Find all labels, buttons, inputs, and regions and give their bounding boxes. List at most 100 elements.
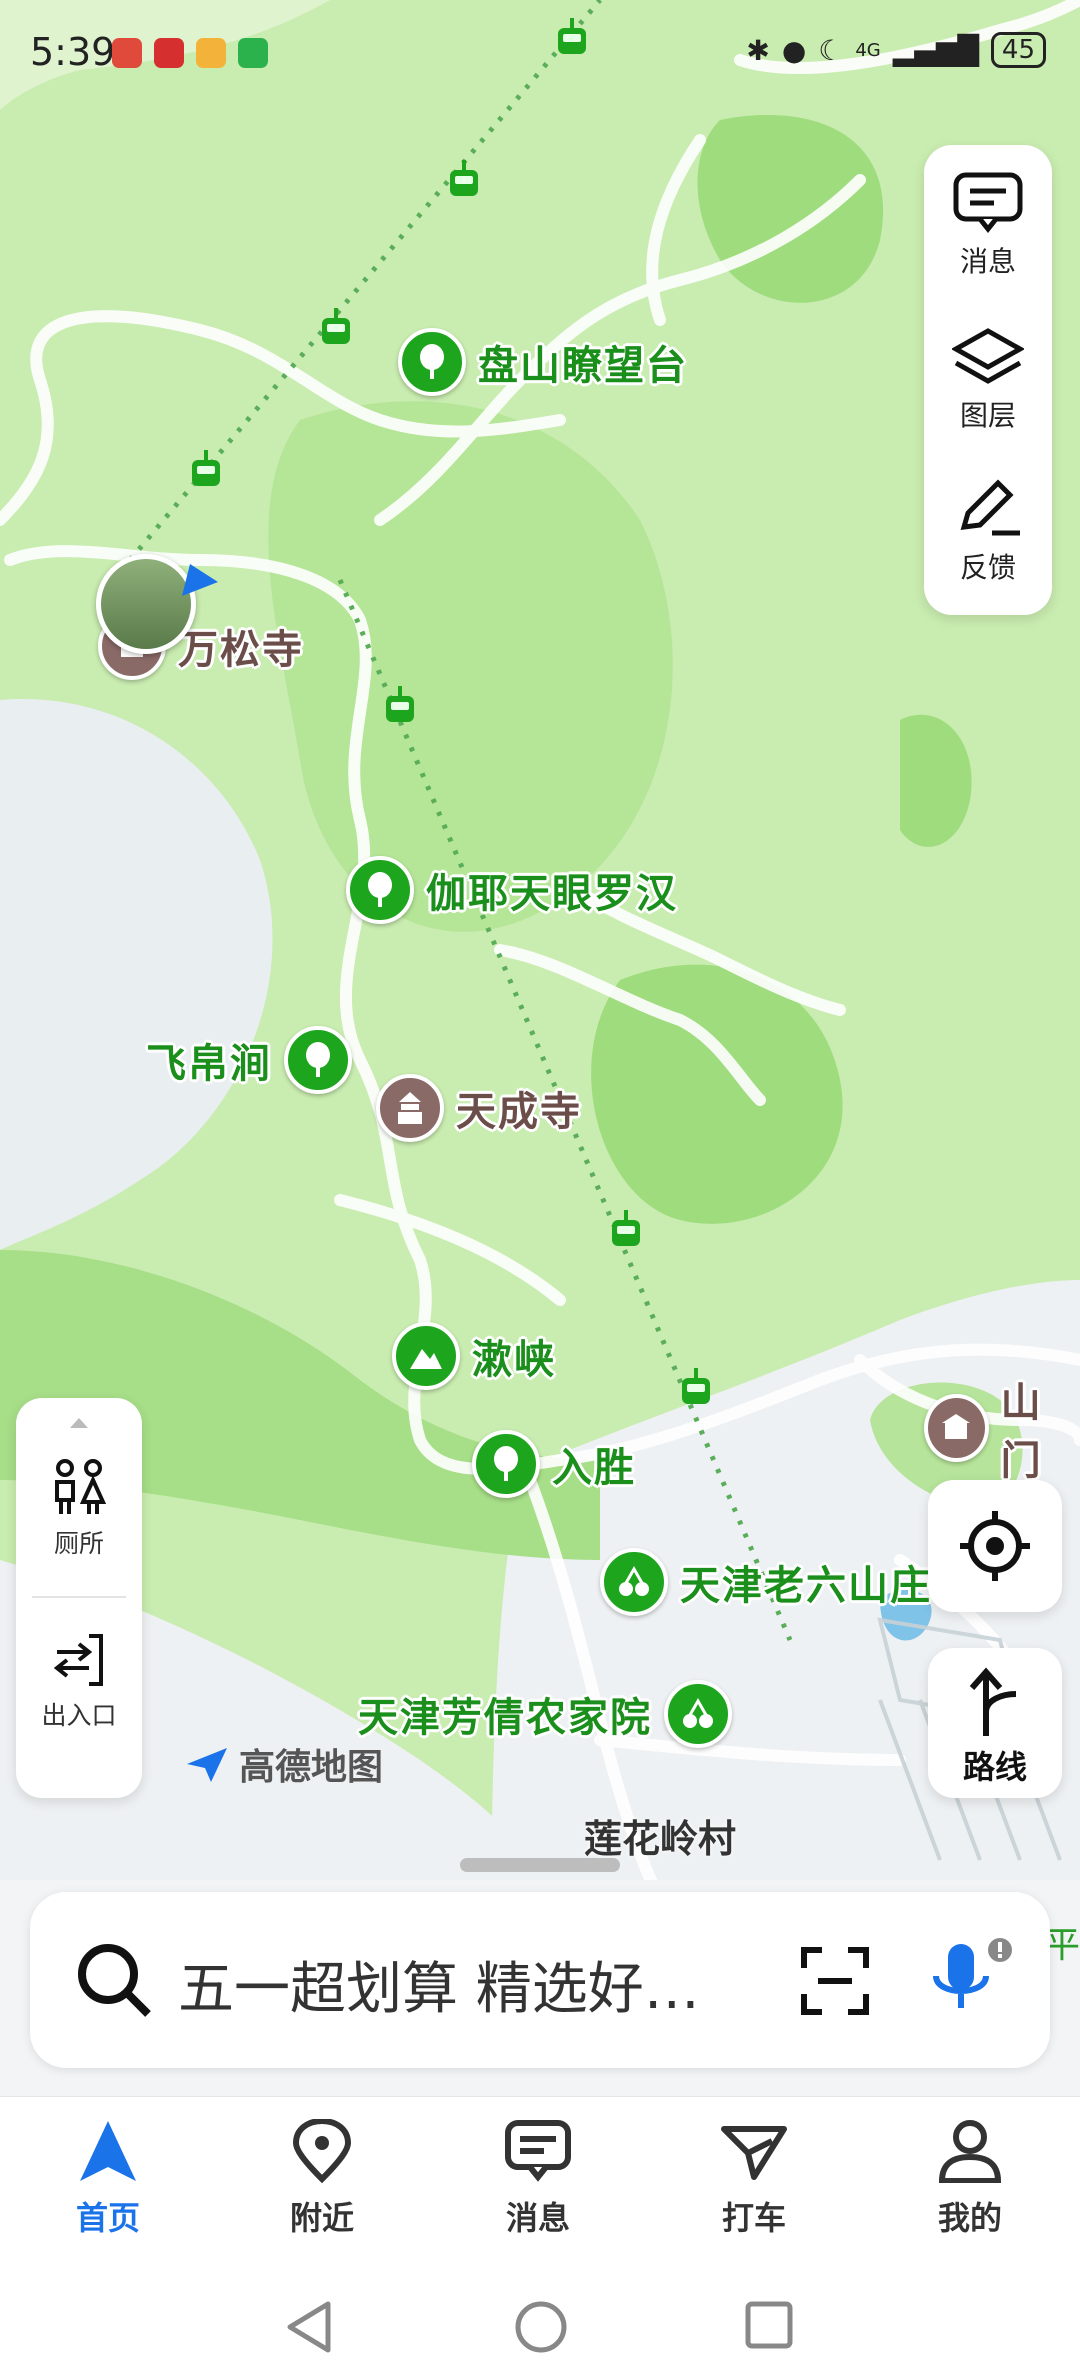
poi-label: 盘山瞭望台 (478, 343, 688, 389)
status-icons: ✱ ● ☾ 4G ▂▄▆█ 45 (746, 32, 1046, 68)
map-view[interactable]: 盘山瞭望台 万松寺 伽耶天眼罗汉 飞帛涧 天成寺 漱峡 入胜 天津老六山庄 天津… (0, 0, 1080, 2100)
entrance-label: 出入口 (41, 1701, 117, 1730)
notification-app-icon (154, 38, 184, 68)
cable-car-icon (192, 450, 220, 486)
tab-label: 打车 (721, 2199, 786, 2237)
map-side-panel: 消息 图层 反馈 (924, 145, 1052, 615)
bluetooth-icon: ✱ (746, 33, 770, 67)
layers-icon (950, 328, 1026, 384)
feedback-button[interactable]: 反馈 (924, 477, 1052, 586)
tab-profile[interactable]: 我的 (870, 2119, 1070, 2239)
recents-icon[interactable] (744, 2300, 794, 2350)
tab-home[interactable]: 首页 (8, 2119, 208, 2239)
poi-marker[interactable]: 盘山瞭望台 (398, 328, 688, 396)
cherry-icon (664, 1680, 732, 1748)
tab-label: 首页 (75, 2199, 140, 2237)
tab-label: 附近 (289, 2199, 354, 2237)
cable-car-icon (450, 160, 478, 196)
wechat-icon (238, 38, 268, 68)
tree-icon (398, 328, 466, 396)
message-icon (505, 2120, 571, 2182)
status-time: 5:39 (30, 30, 116, 74)
poi-label: 天津老六山庄 (680, 1563, 932, 1609)
poi-label: 漱峡 (472, 1337, 556, 1383)
route-button[interactable]: 路线 (928, 1648, 1062, 1798)
amap-brand: 高德地图 (185, 1738, 383, 1790)
poi-marker[interactable]: 入胜 (472, 1430, 636, 1498)
heading-arrow-icon (182, 564, 218, 596)
search-input[interactable]: 五一超划算 精选好… (178, 1944, 798, 2025)
message-icon (953, 172, 1023, 234)
poi-label: 飞帛涧 (146, 1041, 272, 1087)
cable-car-icon (612, 1210, 640, 1246)
scan-icon[interactable] (800, 1946, 870, 2016)
temple-icon (924, 1394, 989, 1462)
tree-icon (346, 856, 414, 924)
tab-label: 消息 (505, 2199, 570, 2237)
tab-taxi[interactable]: 打车 (654, 2119, 854, 2239)
taxi-icon (721, 2126, 787, 2180)
layers-button[interactable]: 图层 (924, 325, 1052, 434)
poi-marker[interactable]: 天津老六山庄 (600, 1548, 932, 1616)
locate-me-button[interactable] (928, 1480, 1062, 1612)
microphone-icon[interactable] (926, 1936, 1016, 2026)
tab-messages[interactable]: 消息 (438, 2119, 638, 2239)
toilet-label: 厕所 (53, 1529, 104, 1558)
divider (32, 1596, 126, 1598)
pagoda-icon (376, 1074, 444, 1142)
cable-car-icon (322, 308, 350, 344)
system-navigation-bar (0, 2276, 1080, 2376)
poi-marker[interactable]: 天成寺 (376, 1074, 582, 1142)
poi-label: 伽耶天眼罗汉 (426, 871, 678, 917)
collapse-arrow-icon[interactable] (70, 1418, 88, 1428)
back-icon[interactable] (284, 2300, 334, 2354)
poi-label: 入胜 (552, 1445, 636, 1491)
search-icon (78, 1944, 151, 2017)
tab-nearby[interactable]: 附近 (222, 2117, 422, 2239)
cherry-icon (600, 1548, 668, 1616)
status-bar: 5:39 ✱ ● ☾ 4G ▂▄▆█ 45 (0, 0, 1080, 110)
poi-marker[interactable]: 伽耶天眼罗汉 (346, 856, 678, 924)
tree-icon (472, 1430, 540, 1498)
mountain-icon (392, 1322, 460, 1390)
toilet-icon (55, 1459, 107, 1514)
route-arrow-icon (969, 1667, 1017, 1736)
tab-label: 我的 (937, 2199, 1002, 2237)
location-pin-icon (292, 2117, 352, 2184)
entrance-icon (53, 1634, 103, 1686)
location-icon: ● (781, 33, 807, 67)
poi-label: 天津芳倩农家院 (358, 1695, 652, 1741)
navigation-arrow-icon (80, 2121, 136, 2181)
battery-level: 45 (990, 32, 1046, 68)
poi-marker[interactable]: 天津芳倩农家院 (358, 1680, 732, 1748)
network-label: 4G (855, 39, 881, 61)
poi-marker[interactable]: 飞帛涧 (146, 1026, 352, 1094)
weibo-icon (196, 38, 226, 68)
messages-button[interactable]: 消息 (924, 171, 1052, 280)
toilet-button[interactable]: 厕所 (16, 1458, 142, 1560)
sheet-drag-handle[interactable] (460, 1858, 620, 1872)
feedback-label: 反馈 (959, 551, 1016, 584)
signal-icon: ▂▄▆█ (892, 33, 979, 67)
user-icon (938, 2120, 1002, 2184)
facility-panel: 厕所 出入口 (16, 1398, 142, 1798)
entrance-button[interactable]: 出入口 (16, 1630, 142, 1732)
bottom-tab-bar: 首页 附近 消息 打车 我的 (0, 2096, 1080, 2277)
poi-label: 天成寺 (456, 1089, 582, 1135)
cable-car-icon (386, 686, 414, 722)
layers-label: 图层 (959, 399, 1016, 432)
village-label: 莲花岭村 (584, 1817, 737, 1861)
search-bar[interactable]: 五一超划算 精选好… (30, 1892, 1050, 2068)
route-label: 路线 (962, 1748, 1027, 1786)
messages-label: 消息 (959, 245, 1016, 278)
amap-logo-icon (187, 1748, 227, 1782)
poi-marker[interactable]: 山门 (924, 1370, 1080, 1486)
poi-label: 万松寺 (178, 627, 304, 673)
home-icon[interactable] (514, 2300, 568, 2354)
notification-app-icon (112, 38, 142, 68)
edit-icon (960, 479, 1020, 536)
cable-car-icon (682, 1368, 710, 1404)
poi-marker[interactable]: 漱峡 (392, 1322, 556, 1390)
poi-label: 山门 (1000, 1380, 1043, 1484)
moon-icon: ☾ (818, 33, 844, 67)
